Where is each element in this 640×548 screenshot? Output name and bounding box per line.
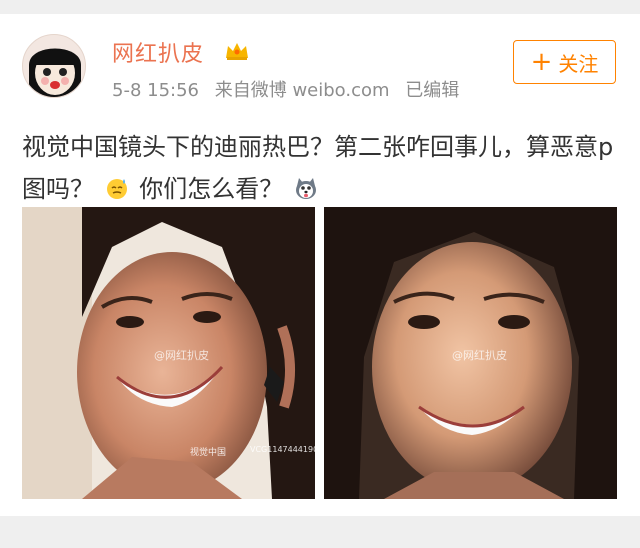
sweat-emoji-icon (106, 179, 127, 199)
agency-watermark: 视觉中国 (190, 448, 227, 458)
avatar[interactable] (22, 34, 86, 98)
post-meta: 5-8 15:56 来自微博 weibo.com 已编辑 (112, 76, 469, 102)
husky-emoji-icon (295, 178, 316, 199)
edited-label[interactable]: 已编辑 (405, 80, 459, 101)
post-text-part2: 你们怎么看？ (139, 175, 284, 203)
post-image-2[interactable]: @网红扒皮 (324, 207, 617, 499)
image-watermark: @网红扒皮 (452, 349, 507, 362)
post-image-1[interactable]: @网红扒皮 视觉中国 VCG11474441902 (22, 207, 315, 499)
post-timestamp: 5-8 15:56 (112, 80, 199, 101)
follow-label: 关注 (558, 51, 599, 76)
image-code: VCG11474441902 (250, 445, 315, 454)
image-watermark: @网红扒皮 (154, 349, 209, 362)
plus-icon: + (530, 47, 553, 77)
post-text: 视觉中国镜头下的迪丽热巴？第二张咋回事儿，算恶意p图吗？ 你们怎么看？ (22, 126, 622, 210)
bottom-divider (0, 516, 640, 548)
follow-button[interactable]: + 关注 (513, 40, 616, 84)
post-source[interactable]: 来自微博 weibo.com (215, 80, 390, 101)
crown-icon (226, 43, 248, 60)
top-divider (0, 0, 640, 14)
author-name[interactable]: 网红扒皮 (112, 36, 204, 68)
